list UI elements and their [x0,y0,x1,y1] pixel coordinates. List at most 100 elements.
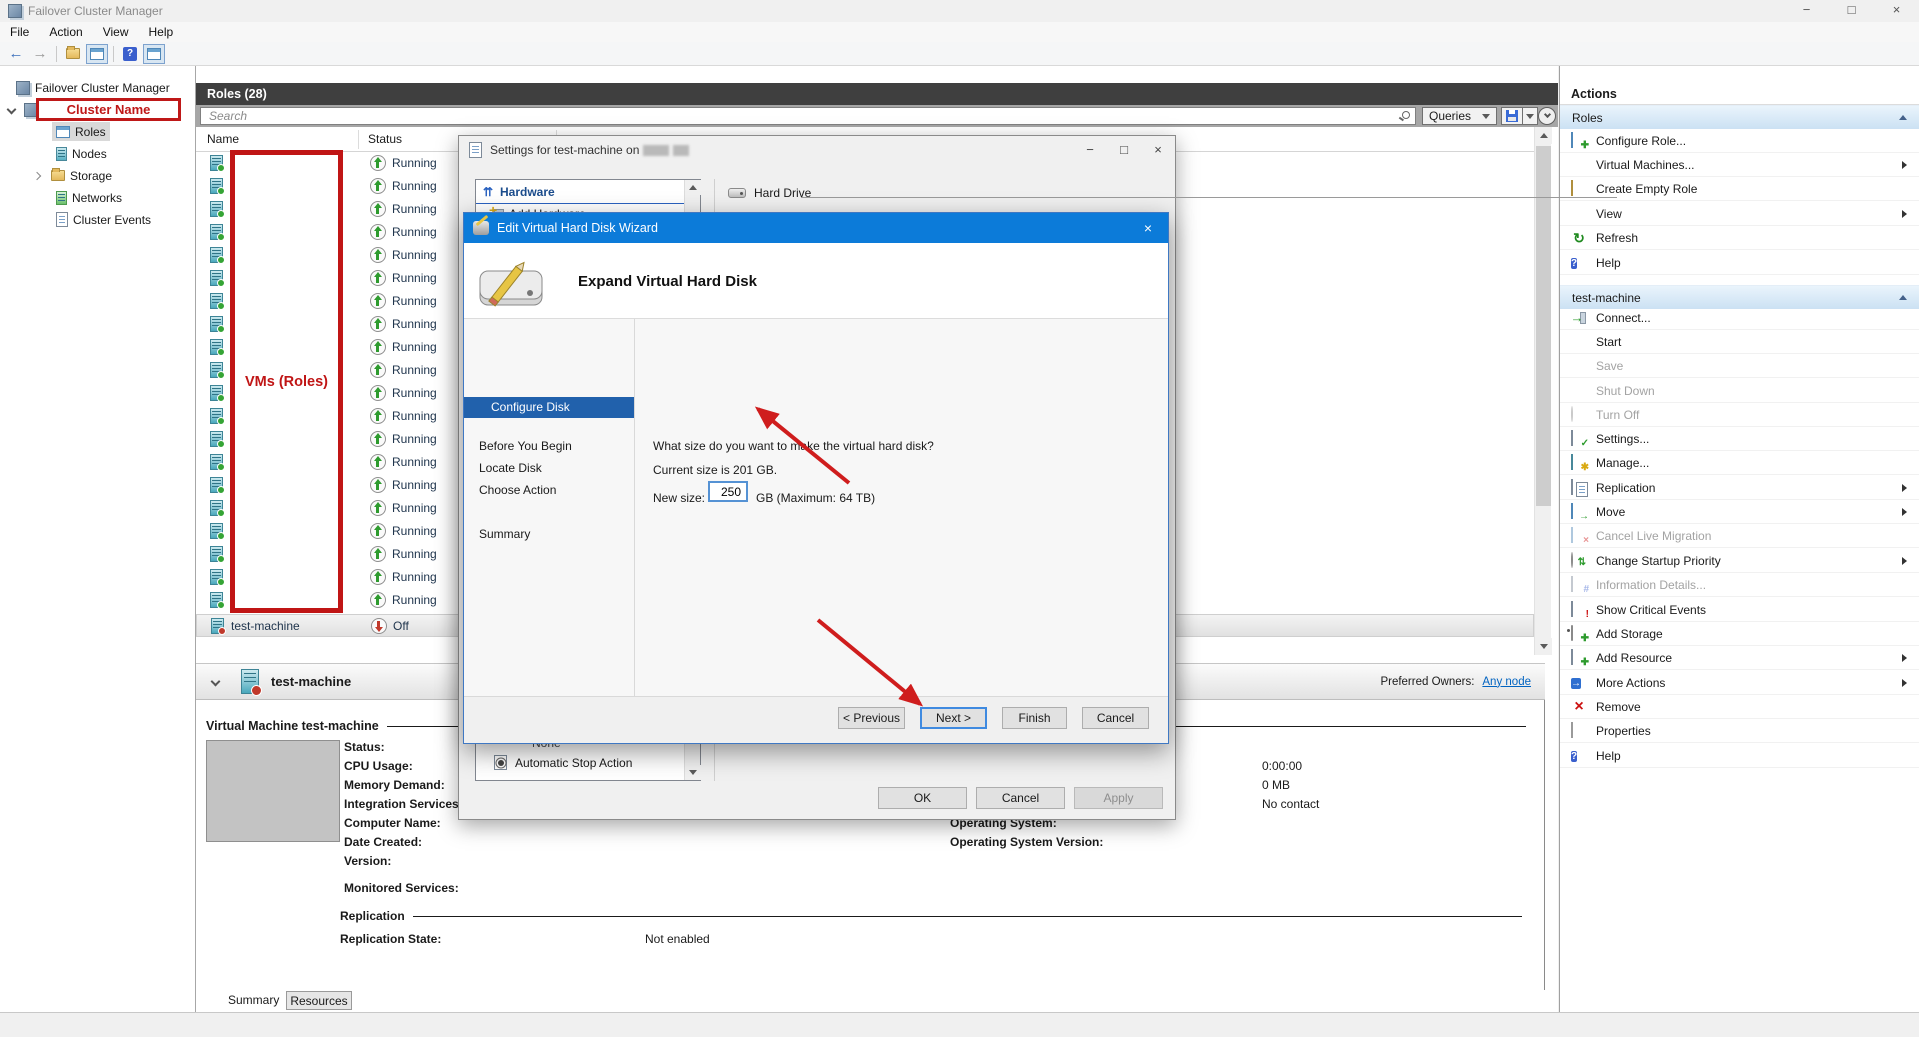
collapse-header-button[interactable] [1538,107,1556,125]
tree-root-failover-cluster-manager[interactable]: Failover Cluster Manager [16,78,170,97]
collapse-details-icon[interactable] [211,677,221,687]
action-turn-off[interactable]: Turn Off [1560,403,1919,427]
status-running-icon [370,546,386,562]
tab-summary[interactable]: Summary [228,993,279,1007]
help-toolbar-button[interactable]: ? [119,44,141,64]
step-configure-disk[interactable]: Configure Disk [464,397,634,418]
queries-dropdown[interactable]: Queries [1422,107,1497,125]
scroll-up-button[interactable] [1535,127,1552,144]
action-information-details[interactable]: # Information Details... [1560,573,1919,597]
action-help-roles[interactable]: ? Help [1560,251,1919,275]
menu-file[interactable]: File [0,22,39,42]
sidebar-item-cluster-events[interactable]: Cluster Events [56,210,151,229]
status-running-icon [370,385,386,401]
console-window-icon [90,48,104,60]
step-choose-action[interactable]: Choose Action [479,483,556,497]
tree-cluster-node[interactable] [8,100,38,119]
close-button[interactable]: × [1141,137,1175,163]
sidebar-item-roles[interactable]: Roles [52,122,110,141]
save-query-button[interactable] [1501,107,1523,125]
action-help[interactable]: ? Help [1560,744,1919,768]
collapse-section-icon[interactable] [1899,295,1907,300]
action-manage[interactable]: ✱ Manage... [1560,451,1919,475]
menu-help[interactable]: Help [139,22,184,42]
action-replication[interactable]: Replication [1560,476,1919,500]
action-change-startup-priority[interactable]: ⇅ Change Startup Priority [1560,549,1919,573]
action-configure-role[interactable]: ✚ Configure Role... [1560,129,1919,153]
section-header-roles[interactable]: Roles [1560,105,1919,129]
action-refresh[interactable]: ↻ Refresh [1560,226,1919,250]
cancel-button[interactable]: Cancel [976,787,1065,809]
action-connect[interactable]: → Connect... [1560,306,1919,330]
value-assigned-memory: 0 MB [1262,778,1290,792]
action-cancel-live-migration[interactable]: × Cancel Live Migration [1560,524,1919,548]
tab-resources[interactable]: Resources [286,991,352,1010]
collapse-section-icon[interactable] [1899,115,1907,120]
forward-button[interactable]: → [29,44,51,64]
save-query-dropdown[interactable] [1523,107,1538,125]
vm-icon [210,500,223,516]
label-status: Status: [344,740,385,754]
step-before-you-begin[interactable]: Before You Begin [479,439,572,453]
next-button[interactable]: Next > [920,707,987,729]
action-view[interactable]: View [1560,202,1919,226]
close-button[interactable]: × [1128,220,1168,236]
help-icon: ? [1571,748,1587,764]
column-header-name[interactable]: Name [207,127,239,152]
minimize-button[interactable]: − [1073,137,1107,163]
finish-button[interactable]: Finish [1002,707,1067,729]
search-input[interactable] [201,108,1415,124]
export-button[interactable] [62,44,84,64]
submenu-arrow-icon [1902,654,1907,662]
scrollbar-thumb[interactable] [1536,146,1551,506]
status-running-icon [370,408,386,424]
action-virtual-machines[interactable]: Virtual Machines... [1560,153,1919,177]
scroll-down-button[interactable] [685,765,701,780]
new-size-input[interactable] [708,481,748,502]
status-running-icon [370,270,386,286]
menu-view[interactable]: View [93,22,139,42]
table-scrollbar[interactable] [1534,127,1551,655]
action-settings[interactable]: ✓ Settings... [1560,427,1919,451]
menu-action[interactable]: Action [39,22,92,42]
action-more-actions[interactable]: → More Actions [1560,671,1919,695]
action-start[interactable]: Start [1560,330,1919,354]
maximize-button[interactable]: □ [1829,0,1874,22]
show-console-tree-button[interactable] [86,44,108,64]
step-locate-disk[interactable]: Locate Disk [479,461,542,475]
properties-icon [1571,723,1587,739]
action-shut-down[interactable]: Shut Down [1560,379,1919,403]
back-button[interactable]: ← [5,44,27,64]
show-action-pane-button[interactable] [143,44,165,64]
status-running-icon [370,247,386,263]
scroll-up-button[interactable] [685,180,701,195]
close-button[interactable]: × [1874,0,1919,22]
sidebar-item-storage[interactable]: Storage [34,166,112,185]
show-critical-events-icon: ! [1571,602,1587,618]
action-add-storage[interactable]: ✚ Add Storage [1560,622,1919,646]
hardware-section-header[interactable]: ⇈ Hardware [476,180,684,204]
column-header-status[interactable]: Status [368,127,402,152]
preferred-owners-link[interactable]: Any node [1482,676,1531,688]
step-summary[interactable]: Summary [479,527,530,541]
search-field[interactable] [200,107,1416,125]
sidebar-item-nodes[interactable]: Nodes [56,144,107,163]
action-remove[interactable]: × Remove [1560,695,1919,719]
back-icon: ← [9,46,24,61]
action-move[interactable]: → Move [1560,500,1919,524]
ok-button[interactable]: OK [878,787,967,809]
status-off-icon [371,618,387,634]
toolbar-separator [113,46,114,62]
automatic-stop-action-item[interactable]: Automatic Stop Action [494,755,632,770]
action-add-resource[interactable]: ✚ Add Resource [1560,646,1919,670]
cancel-button[interactable]: Cancel [1082,707,1149,729]
action-properties[interactable]: Properties [1560,719,1919,743]
status-bar [0,1012,1919,1037]
action-show-critical-events[interactable]: ! Show Critical Events [1560,598,1919,622]
action-save[interactable]: Save [1560,354,1919,378]
minimize-button[interactable]: − [1784,0,1829,22]
previous-button[interactable]: < Previous [838,707,905,729]
maximize-button[interactable]: □ [1107,137,1141,163]
sidebar-item-networks[interactable]: Networks [56,188,122,207]
scroll-down-button[interactable] [1535,638,1552,655]
